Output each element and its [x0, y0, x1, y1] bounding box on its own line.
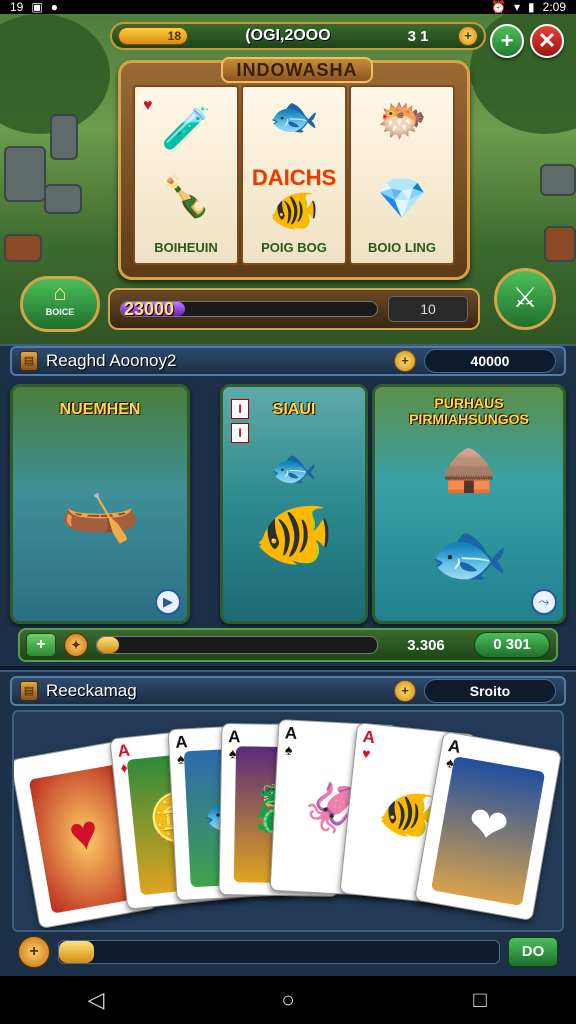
back-icon[interactable]: ◁ — [76, 980, 116, 1020]
reel-1-label: BOIHEUIN — [154, 240, 218, 255]
mode-tile-title: PURHAUS PIRMIAHSUNGOS — [409, 395, 529, 427]
card-rank: A — [116, 740, 131, 761]
card-rank: A — [361, 726, 377, 748]
battery-icon: ▮ — [528, 0, 535, 14]
status-bar: 19 ▣ ● ⏰ ▾ ▮ 2:09 — [0, 0, 576, 14]
cards-progress — [58, 940, 500, 964]
book-icon: ▤ — [20, 681, 38, 701]
reel-3: 🐡 💎 BOIO LING — [349, 85, 455, 265]
wifi-icon: ▾ — [514, 0, 521, 14]
balance-value: 23000 — [124, 298, 175, 319]
spin-button[interactable]: ⚔ — [494, 268, 556, 330]
recents-icon[interactable]: □ — [460, 980, 500, 1020]
fisherman-boat-icon: 🛶 — [60, 472, 140, 544]
mini-card-icon: I — [231, 423, 249, 443]
dock-icon: 🛖 — [441, 445, 497, 494]
jumping-fish-icon: 🐠 — [254, 498, 334, 570]
small-fish-icon: 🐟 — [270, 448, 318, 490]
mode-tile-dock[interactable]: PURHAUS PIRMIAHSUNGOS 🛖 🐟 ⤳ — [372, 384, 566, 624]
cards-panel-value: Sroito — [424, 679, 556, 703]
status-time-right: 2:09 — [542, 0, 566, 14]
gold-coin-icon[interactable]: + — [394, 350, 416, 372]
mode-progress-fill — [97, 637, 120, 653]
fish-character-icon: 🐡 — [377, 99, 427, 143]
add-button[interactable]: + — [26, 633, 56, 657]
slot-title: INDOWASHA — [221, 57, 373, 83]
cards-panel-title: Reeckamag — [46, 681, 137, 700]
slot-machine-frame: INDOWASHA ♥ 🧪 🍾 BOIHEUIN 🐟 DAICHS 🐠 POIG… — [118, 57, 470, 280]
cards-area: ♥ A ♦ 🪙 A ♠ 🐟 A ♠ 🐉 A ♠ 🦑 A ♥ 🐠 A ♠ ❤ — [12, 710, 564, 932]
mode-bar-number: 3.306 — [407, 636, 445, 654]
card-rank: A — [446, 736, 463, 757]
mode-progress-bar: + ✦ 3.306 0 301 — [18, 628, 558, 662]
heart-icon: ♥ — [143, 97, 153, 114]
coin-meter: 18 — [118, 27, 188, 45]
balance-bar: 23000 10 — [108, 288, 480, 330]
mode-tile-boat[interactable]: NUEMHEN 🛶 ▶ — [10, 384, 190, 624]
top-status-bar: 18 (OGI,2OOO 3 1 + — [110, 22, 486, 50]
score-display: (OGI,2OOO — [245, 27, 331, 44]
balance-right-value: 10 — [388, 296, 468, 322]
card-rank: A — [228, 727, 241, 747]
mode-tile-title: NUEMHEN — [59, 401, 141, 418]
cards-pill-button[interactable]: DO — [508, 937, 558, 967]
mode-panel-value: 40000 — [424, 349, 556, 373]
card-suit: ♥ — [361, 744, 372, 762]
gold-coin-icon[interactable]: + — [18, 936, 50, 968]
level-display: 3 1 — [407, 27, 429, 45]
gem-icon: 💎 — [377, 177, 427, 221]
mode-bar-pill[interactable]: 0 301 — [474, 632, 550, 658]
green-fish-icon: 🐠 — [269, 189, 319, 233]
home-button[interactable]: ⌂ BOICE — [20, 276, 100, 332]
mode-tiles: NUEMHEN 🛶 ▶ I I SIAUI 🐟 🐠 PURHAUS PIRMIA… — [10, 384, 566, 624]
play-icon[interactable]: ▶ — [155, 589, 181, 615]
gold-coin-icon[interactable]: + — [458, 26, 478, 46]
cards-progress-fill — [59, 941, 95, 963]
gold-coin-icon[interactable]: + — [394, 680, 416, 702]
mode-progress — [96, 636, 378, 654]
potion-bottle-icon: 🧪 — [161, 107, 211, 151]
close-button[interactable]: ✕ — [530, 24, 564, 58]
notification-icon: ● — [50, 0, 58, 14]
mode-tile-fish[interactable]: I I SIAUI 🐟 🐠 — [220, 384, 368, 624]
coin-icon: ✦ — [64, 633, 88, 657]
home-label: BOICE — [45, 307, 75, 317]
reel-3-label: BOIO LING — [368, 240, 436, 255]
book-icon: ▤ — [20, 351, 38, 371]
big-fish-icon: 🐟 — [429, 518, 509, 590]
add-button[interactable]: + — [490, 24, 524, 58]
status-time-left: 19 — [10, 0, 24, 14]
navigation-bar: ◁ ○ □ — [0, 976, 576, 1024]
reel-1: ♥ 🧪 🍾 BOIHEUIN — [133, 85, 239, 265]
cards-panel-header: ▤ Reeckamag + Sroito — [10, 676, 566, 706]
mode-tile-title: SIAUI — [272, 401, 316, 418]
mode-panel-title: Reaghd Aoonoy2 — [46, 351, 177, 370]
alarm-icon: ⏰ — [491, 0, 506, 14]
cards-progress-bar: + DO — [14, 934, 562, 970]
home-nav-icon[interactable]: ○ — [268, 980, 308, 1020]
fish-icon: 🐟 — [269, 95, 319, 139]
card-rank: A — [174, 732, 189, 752]
purple-bottle-icon: 🍾 — [161, 175, 211, 219]
card-rank: A — [284, 723, 298, 743]
app-icon: ▣ — [31, 0, 43, 14]
fishing-rod-icon[interactable]: ⤳ — [531, 589, 557, 615]
mode-panel-header: ▤ Reaghd Aoonoy2 + 40000 — [10, 346, 566, 376]
home-icon: ⌂ — [53, 280, 67, 305]
reel-2: 🐟 DAICHS 🐠 POIG BOG — [241, 85, 347, 265]
reel-2-label: POIG BOG — [261, 240, 327, 255]
card-suit: ♠ — [284, 741, 293, 758]
